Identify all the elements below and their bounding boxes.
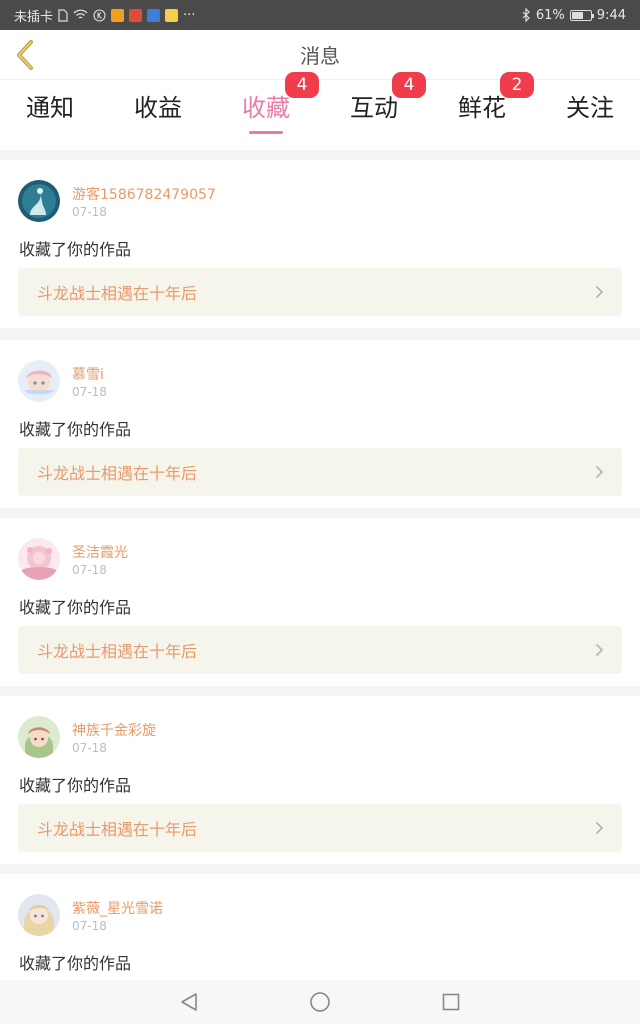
chevron-right-icon — [595, 465, 604, 479]
status-bar: 未插卡 ··· 61% 9:44 — [0, 0, 640, 30]
app-notification-icon — [129, 8, 143, 22]
chevron-right-icon — [595, 643, 604, 657]
chevron-right-icon — [595, 821, 604, 835]
avatar[interactable] — [18, 180, 60, 222]
username[interactable]: 神族千金彩旋 — [72, 720, 156, 740]
list-item: 圣洁霞光 07-18 收藏了你的作品 斗龙战士相遇在十年后 — [0, 518, 640, 686]
back-button[interactable] — [10, 38, 40, 72]
tab-label: 收藏 — [242, 94, 290, 122]
battery-percent: 61% — [535, 7, 565, 23]
unread-badge: 4 — [392, 72, 426, 98]
tab-earnings[interactable]: 收益 — [108, 80, 208, 150]
tab-label: 鲜花 — [458, 94, 506, 122]
work-title: 斗龙战士相遇在十年后 — [37, 284, 198, 303]
tab-label: 收益 — [134, 94, 182, 122]
bluetooth-icon — [522, 8, 530, 22]
action-text: 收藏了你的作品 — [19, 598, 132, 617]
clock: 9:44 — [596, 7, 626, 23]
status-bar-right: 61% 9:44 — [522, 8, 626, 23]
timestamp: 07-18 — [72, 385, 107, 399]
square-recents-icon — [442, 993, 460, 1011]
app-notification-icon — [165, 8, 179, 22]
username[interactable]: 圣洁霞光 — [72, 542, 128, 562]
tab-notifications[interactable]: 通知 — [0, 80, 100, 150]
username[interactable]: 紫薇_星光雪诺 — [72, 898, 163, 918]
circle-home-icon — [310, 992, 330, 1012]
action-text: 收藏了你的作品 — [19, 240, 132, 259]
app-notification-icon — [111, 8, 125, 22]
timestamp: 07-18 — [72, 205, 107, 219]
work-link[interactable]: 斗龙战士相遇在十年后 — [18, 626, 622, 674]
triangle-back-icon — [181, 993, 197, 1011]
battery-icon — [569, 9, 594, 21]
system-nav-bar — [0, 980, 640, 1024]
timestamp: 07-18 — [72, 919, 107, 933]
list-item: 游客1586782479057 07-18 收藏了你的作品 斗龙战士相遇在十年后 — [0, 160, 640, 328]
wifi-icon — [73, 9, 88, 19]
username[interactable]: 游客1586782479057 — [72, 184, 216, 204]
action-text: 收藏了你的作品 — [19, 420, 132, 439]
tab-label: 通知 — [26, 94, 74, 122]
unread-badge: 2 — [500, 72, 534, 98]
avatar[interactable] — [18, 894, 60, 936]
work-link[interactable]: 斗龙战士相遇在十年后 — [18, 268, 622, 316]
work-link[interactable]: 斗龙战士相遇在十年后 — [18, 448, 622, 496]
nav-home-button[interactable] — [308, 990, 332, 1014]
timestamp: 07-18 — [72, 563, 107, 577]
action-text: 收藏了你的作品 — [19, 776, 132, 795]
tab-following[interactable]: 关注 — [540, 80, 640, 150]
avatar[interactable] — [18, 716, 60, 758]
k-circle-icon — [93, 8, 106, 22]
app-screen: 未插卡 ··· 61% 9:44 消息 通知 收益 收藏 互动 鲜花 关注 4 … — [0, 0, 640, 1024]
work-title: 斗龙战士相遇在十年后 — [37, 642, 198, 661]
overflow-indicator: ··· — [183, 7, 196, 23]
work-title: 斗龙战士相遇在十年后 — [37, 464, 198, 483]
carrier-text: 未插卡 — [14, 9, 54, 25]
battery-fill — [571, 11, 583, 19]
chevron-right-icon — [595, 285, 604, 299]
avatar[interactable] — [18, 538, 60, 580]
tab-bar: 通知 收益 收藏 互动 鲜花 关注 4 4 2 — [0, 72, 640, 150]
chevron-left-icon — [17, 40, 33, 70]
nav-back-button[interactable] — [177, 990, 201, 1014]
nav-recents-button[interactable] — [439, 990, 463, 1014]
avatar[interactable] — [18, 360, 60, 402]
list-item: 神族千金彩旋 07-18 收藏了你的作品 斗龙战士相遇在十年后 — [0, 696, 640, 864]
header: 消息 — [0, 30, 640, 80]
work-link[interactable]: 斗龙战士相遇在十年后 — [18, 804, 622, 852]
tab-label: 互动 — [350, 94, 398, 122]
timestamp: 07-18 — [72, 741, 107, 755]
active-tab-indicator — [249, 131, 283, 134]
list-item: 慕雪i 07-18 收藏了你的作品 斗龙战士相遇在十年后 — [0, 340, 640, 508]
status-bar-left: 未插卡 ··· — [14, 6, 195, 25]
username[interactable]: 慕雪i — [72, 364, 104, 384]
unread-badge: 4 — [285, 72, 319, 98]
tab-label: 关注 — [566, 94, 614, 122]
action-text: 收藏了你的作品 — [19, 954, 132, 973]
sim-icon — [58, 8, 68, 22]
work-title: 斗龙战士相遇在十年后 — [37, 820, 198, 839]
page-title: 消息 — [300, 44, 340, 68]
app-notification-icon — [147, 8, 161, 22]
